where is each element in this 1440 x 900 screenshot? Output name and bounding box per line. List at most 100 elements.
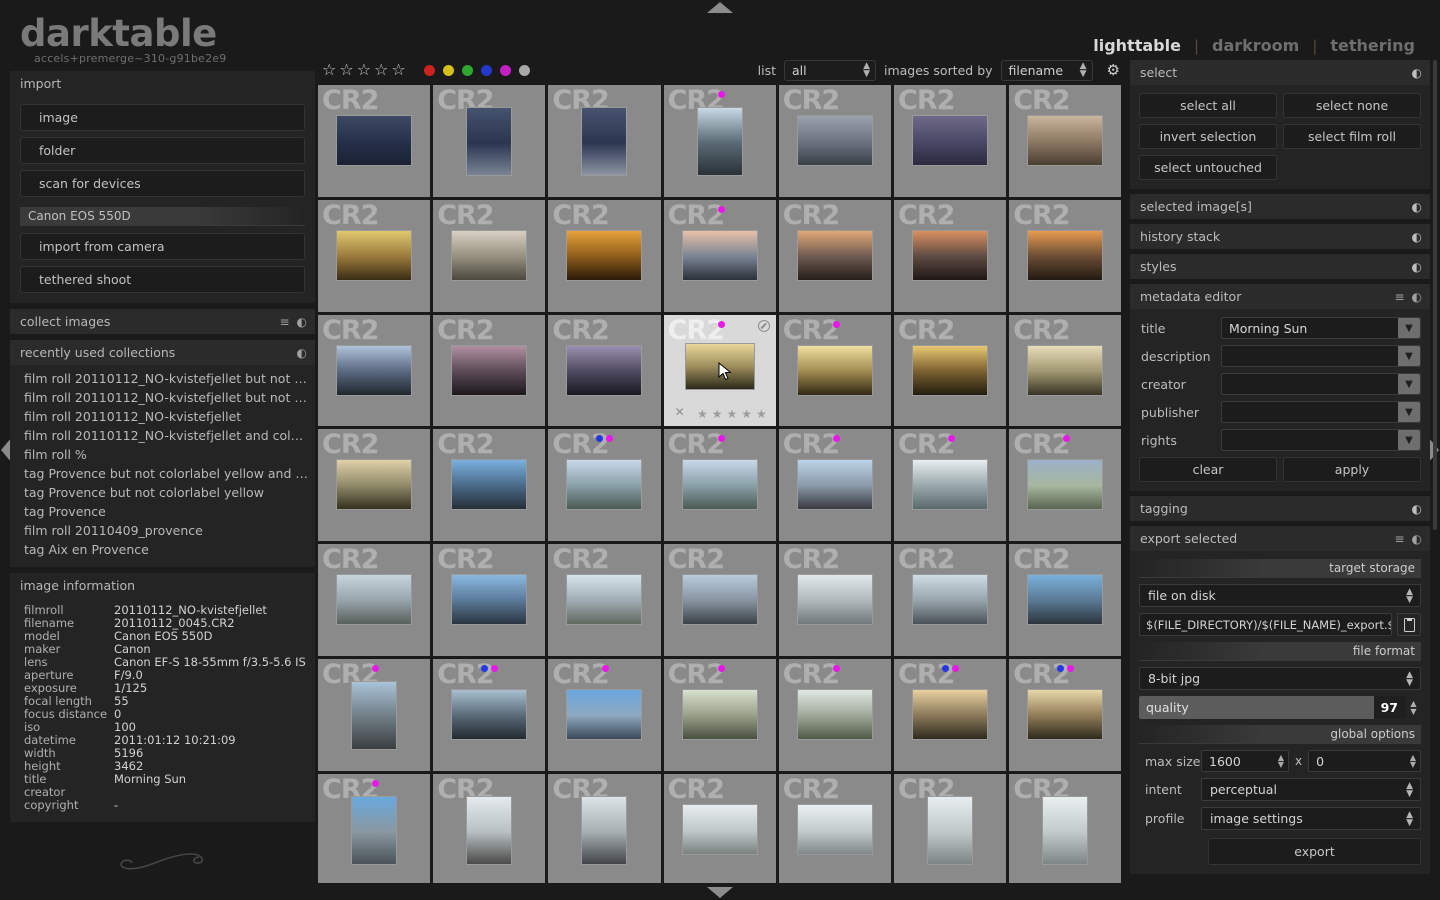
- thumbnail-cell[interactable]: CR2: [1009, 200, 1121, 312]
- thumbnail-image[interactable]: [682, 459, 758, 510]
- top-panel-collapse-arrow[interactable]: [707, 2, 733, 13]
- thumbnail-cell[interactable]: CR2: [1009, 544, 1121, 656]
- thumbnail-cell[interactable]: CR2: [894, 315, 1006, 427]
- thumbnail-image[interactable]: [927, 796, 973, 865]
- thumbnail-star-1[interactable]: ★: [697, 408, 708, 420]
- thumbnail-image[interactable]: [797, 459, 873, 510]
- reset-icon[interactable]: ◐: [1412, 231, 1422, 243]
- file-format-select[interactable]: 8-bit jpg ▲▼: [1139, 667, 1421, 690]
- thumbnail-image[interactable]: [797, 230, 873, 281]
- metadata-editor-header[interactable]: metadata editor ≡ ◐: [1130, 284, 1430, 309]
- thumbnail-cell[interactable]: CR2: [548, 315, 660, 427]
- thumbnail-cell[interactable]: CR2: [779, 659, 891, 771]
- thumbnail-image[interactable]: [912, 115, 988, 166]
- thumbnail-cell[interactable]: CR2: [894, 429, 1006, 541]
- thumbnail-image[interactable]: [682, 574, 758, 625]
- thumbnail-cell[interactable]: CR2: [433, 429, 545, 541]
- reset-icon[interactable]: ◐: [1412, 533, 1422, 545]
- thumbnail-cell[interactable]: CR2: [1009, 429, 1121, 541]
- collection-item[interactable]: tag Aix en Provence: [10, 540, 315, 559]
- thumbnail-cell[interactable]: CR2: [318, 544, 430, 656]
- thumbnail-image[interactable]: [451, 230, 527, 281]
- reset-icon[interactable]: ◐: [1412, 201, 1422, 213]
- thumbnail-image[interactable]: [566, 574, 642, 625]
- list-filter-select[interactable]: all ▲▼: [784, 60, 876, 81]
- thumbnail-image[interactable]: [466, 796, 512, 865]
- color-label-dot-0[interactable]: [424, 65, 435, 76]
- reset-icon[interactable]: ◐: [1412, 291, 1422, 303]
- thumbnail-image[interactable]: [1027, 574, 1103, 625]
- thumbnail-image[interactable]: [336, 574, 412, 625]
- tethered-shoot-button[interactable]: tethered shoot: [20, 266, 305, 293]
- thumbnail-image[interactable]: [1027, 230, 1103, 281]
- thumbnail-cell[interactable]: CR2: [779, 200, 891, 312]
- thumbnail-cell[interactable]: CR2: [894, 85, 1006, 197]
- thumbnail-cell[interactable]: CR2: [664, 544, 776, 656]
- thumbnail-image[interactable]: [1027, 689, 1103, 740]
- color-label-dot-3[interactable]: [481, 65, 492, 76]
- select-film-roll-button[interactable]: select film roll: [1283, 124, 1421, 149]
- thumbnail-cell[interactable]: CR2: [664, 429, 776, 541]
- thumbnail-cell[interactable]: CR2: [433, 659, 545, 771]
- thumbnail-image[interactable]: [797, 345, 873, 396]
- thumbnail-cell[interactable]: CR2: [1009, 85, 1121, 197]
- styles-header[interactable]: styles ◐: [1130, 254, 1430, 279]
- thumbnail-cell[interactable]: CR2✕★★★★★: [664, 315, 776, 427]
- thumbnail-image[interactable]: [912, 345, 988, 396]
- thumbnail-cell[interactable]: CR2: [548, 429, 660, 541]
- reset-icon[interactable]: ◐: [297, 316, 307, 328]
- quality-slider[interactable]: quality 97: [1139, 696, 1406, 719]
- filter-star-5[interactable]: ☆: [391, 62, 405, 78]
- thumbnail-image[interactable]: [566, 345, 642, 396]
- history-stack-header[interactable]: history stack ◐: [1130, 224, 1430, 249]
- thumbnail-cell[interactable]: CR2: [433, 85, 545, 197]
- scan-for-devices-button[interactable]: scan for devices: [20, 170, 305, 197]
- hamburger-icon[interactable]: ≡: [279, 316, 289, 328]
- thumbnail-image[interactable]: [797, 574, 873, 625]
- reset-icon[interactable]: ◐: [1412, 67, 1422, 79]
- import-folder-button[interactable]: folder: [20, 137, 305, 164]
- invert-selection-button[interactable]: invert selection: [1139, 124, 1277, 149]
- import-from-camera-button[interactable]: import from camera: [20, 233, 305, 260]
- metadata-input-rights[interactable]: ▼: [1221, 429, 1421, 451]
- thumbnail-image[interactable]: [1027, 345, 1103, 396]
- selected-images-header[interactable]: selected image[s] ◐: [1130, 194, 1430, 219]
- thumbnail-image[interactable]: [1042, 796, 1088, 865]
- thumbnail-image[interactable]: [451, 459, 527, 510]
- rating-filter-stars[interactable]: ☆☆☆☆☆: [322, 62, 406, 78]
- thumbnail-image[interactable]: [336, 345, 412, 396]
- thumbnail-cell[interactable]: CR2: [318, 429, 430, 541]
- chevron-down-icon[interactable]: ▼: [1398, 318, 1420, 338]
- thumbnail-image[interactable]: [797, 115, 873, 166]
- thumbnail-image[interactable]: [566, 230, 642, 281]
- collection-item[interactable]: film roll %: [10, 445, 315, 464]
- chevron-down-icon[interactable]: ▼: [1398, 402, 1420, 422]
- thumbnail-image[interactable]: [1027, 115, 1103, 166]
- collection-item[interactable]: film roll 20110112_NO-kvistefjellet but …: [10, 369, 315, 388]
- color-label-filter[interactable]: [424, 65, 530, 76]
- view-tab-tethering[interactable]: tethering: [1317, 36, 1428, 55]
- reset-icon[interactable]: ◐: [1412, 261, 1422, 273]
- thumbnail-image[interactable]: [682, 230, 758, 281]
- thumbnail-cell[interactable]: CR2: [779, 774, 891, 883]
- collection-item[interactable]: tag Provence: [10, 502, 315, 521]
- thumbnail-image[interactable]: [566, 689, 642, 740]
- image-information-header[interactable]: image information: [10, 573, 315, 598]
- color-label-dot-5[interactable]: [519, 65, 530, 76]
- intent-select[interactable]: perceptual ▲▼: [1201, 778, 1421, 801]
- thumbnail-rating-stars[interactable]: ★★★★★: [697, 408, 767, 420]
- group-altered-icon[interactable]: [758, 320, 770, 332]
- thumbnail-cell[interactable]: CR2: [1009, 774, 1121, 883]
- thumbnail-star-2[interactable]: ★: [712, 408, 723, 420]
- thumbnail-image[interactable]: [912, 459, 988, 510]
- bottom-panel-collapse-arrow[interactable]: [707, 887, 733, 898]
- view-tab-lighttable[interactable]: lighttable: [1080, 36, 1194, 55]
- filter-star-2[interactable]: ☆: [339, 62, 353, 78]
- thumbnail-cell[interactable]: CR2: [318, 659, 430, 771]
- thumbnail-cell[interactable]: CR2: [779, 544, 891, 656]
- select-module-header[interactable]: select ◐: [1130, 60, 1430, 85]
- thumbnail-cell[interactable]: CR2: [1009, 315, 1121, 427]
- collection-item[interactable]: tag Provence but not colorlabel yellow: [10, 483, 315, 502]
- thumbnail-image[interactable]: [797, 689, 873, 740]
- thumbnail-cell[interactable]: CR2: [894, 544, 1006, 656]
